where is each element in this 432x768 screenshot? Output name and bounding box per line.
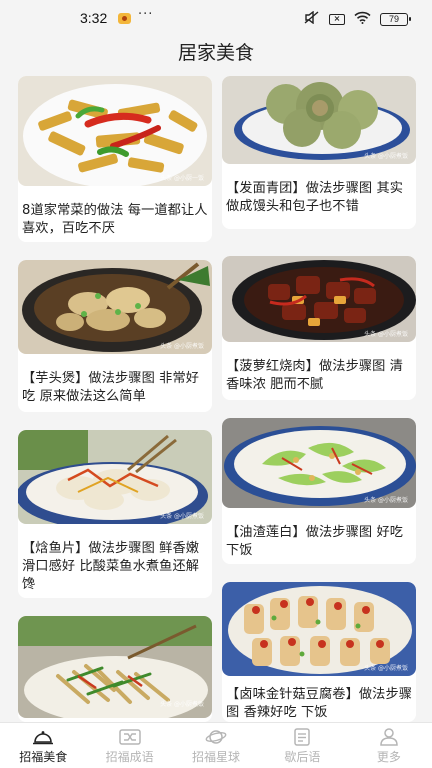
- tab-zhaofu-food[interactable]: 招福美食: [0, 723, 86, 768]
- recipe-image: 头条 @小厨煮饭: [18, 616, 212, 718]
- tab-more[interactable]: 更多: [346, 723, 432, 768]
- recipe-title: 8道家常菜的做法 每一道都让人喜欢，百吃不厌: [22, 203, 208, 236]
- tab-xiehouyu[interactable]: 歇后语: [259, 723, 345, 768]
- image-watermark: 头条 @小厨煮饭: [364, 497, 408, 504]
- recipe-card[interactable]: 头条 @小厨煮饭 【菠萝红烧肉】做法步骤图 清香味浓 肥而不腻: [222, 256, 416, 400]
- image-watermark: 头条 @小厨煮饭: [160, 513, 204, 520]
- battery-icon: 79: [380, 12, 411, 26]
- page-title: 居家美食: [177, 42, 254, 64]
- recipe-image: 头条 @小厨一饭: [18, 76, 212, 186]
- recipe-title: 【卤味金针菇豆腐卷】做法步骤图 香辣好吃 下饭: [226, 687, 413, 720]
- document-icon: [291, 728, 313, 746]
- status-more-dots: ···: [138, 7, 154, 22]
- recipe-image: 头条 @小厨煮饭: [222, 582, 416, 676]
- recipe-image: 头条 @小厨煮饭: [18, 260, 212, 354]
- recipe-title: 【油渣莲白】做法步骤图 好吃下饭: [226, 525, 404, 558]
- mute-icon: [304, 10, 320, 27]
- tab-label: 招福星球: [192, 750, 241, 764]
- tab-label: 歇后语: [284, 750, 321, 764]
- recipe-card[interactable]: 头条 @小厨煮饭 【发面青团】做法步骤图 其实做成馒头和包子也不错: [222, 76, 416, 229]
- status-bar: 3:32 ··· × 79: [0, 0, 432, 36]
- recipe-title: 【芋头煲】做法步骤图 非常好吃 原来做法这么简单: [22, 371, 200, 404]
- recipe-image: 头条 @小厨煮饭: [222, 76, 416, 164]
- recipe-image: 头条 @小厨煮饭: [18, 430, 212, 524]
- recipe-image: 头条 @小厨煮饭: [222, 256, 416, 342]
- no-sim-icon: ×: [329, 13, 345, 25]
- recipe-card[interactable]: 头条 @小厨煮饭 【芋头煲】做法步骤图 非常好吃 原来做法这么简单: [18, 260, 212, 412]
- tab-label: 更多: [376, 750, 401, 764]
- image-watermark: 头条 @小厨煮饭: [160, 343, 204, 350]
- image-watermark: 头条 @小厨一饭: [160, 175, 204, 182]
- recipe-image: 头条 @小厨煮饭: [222, 418, 416, 508]
- cloche-icon: [32, 728, 54, 746]
- tab-zhaofu-planet[interactable]: 招福星球: [173, 723, 259, 768]
- recipe-card[interactable]: 头条 @小厨煮饭 【卤味金针菇豆腐卷】做法步骤图 香辣好吃 下饭: [222, 582, 416, 722]
- status-time: 3:32: [80, 10, 108, 26]
- tab-zhaofu-idioms[interactable]: 招福成语: [86, 723, 172, 768]
- recipe-title: 【菠萝红烧肉】做法步骤图 清香味浓 肥而不腻: [226, 359, 404, 392]
- image-watermark: 头条 @小厨煮饭: [364, 153, 408, 160]
- tab-label: 招福成语: [105, 750, 154, 764]
- image-watermark: 头条 @小厨煮饭: [364, 331, 408, 338]
- recipe-card[interactable]: 头条 @小厨煮饭 【油渣莲白】做法步骤图 好吃下饭: [222, 418, 416, 564]
- recipe-title: 【焓鱼片】做法步骤图 鲜香嫩滑口感好 比酸菜鱼水煮鱼还解馋: [22, 541, 200, 592]
- image-watermark: 头条 @小厨煮饭: [160, 701, 204, 708]
- shuffle-icon: [118, 728, 141, 746]
- image-watermark: 头条 @小厨煮饭: [364, 665, 408, 672]
- recipe-card[interactable]: 头条 @小厨煮饭: [18, 616, 212, 722]
- bottom-tab-bar: 招福美食 招福成语 招福星球 歇后语 更多: [0, 722, 432, 768]
- recipe-card[interactable]: 头条 @小厨一饭 8道家常菜的做法 每一道都让人喜欢，百吃不厌: [18, 76, 212, 242]
- recipe-card[interactable]: 头条 @小厨煮饭 【焓鱼片】做法步骤图 鲜香嫩滑口感好 比酸菜鱼水煮鱼还解馋: [18, 430, 212, 598]
- recipe-title: 【发面青团】做法步骤图 其实做成馒头和包子也不错: [226, 181, 404, 214]
- tab-label: 招福美食: [19, 750, 68, 764]
- planet-icon: [205, 728, 227, 746]
- wifi-icon: [354, 11, 371, 27]
- person-icon: [378, 728, 400, 746]
- app-notification-icon: [118, 13, 131, 24]
